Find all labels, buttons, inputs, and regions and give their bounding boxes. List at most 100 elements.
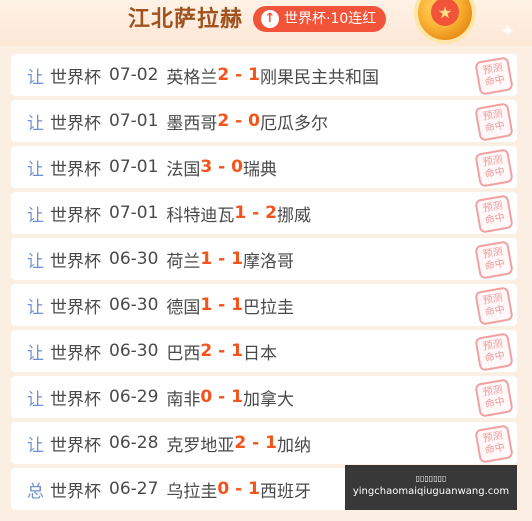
score-separator: - bbox=[212, 157, 232, 177]
score-separator: - bbox=[229, 111, 249, 131]
league-name: 世界杯 bbox=[50, 205, 101, 226]
home-score: 2 bbox=[200, 341, 213, 361]
league-name: 世界杯 bbox=[50, 435, 101, 456]
home-score: 2 bbox=[217, 65, 230, 85]
match-date: 07-01 bbox=[109, 111, 159, 131]
away-score: 1 bbox=[231, 249, 243, 269]
match-row[interactable]: 让 世界杯 06-30 德国 1 - 1 巴拉圭 预测 命中 bbox=[11, 284, 517, 326]
away-team: 加拿大 bbox=[243, 389, 294, 410]
home-team: 荷兰 bbox=[166, 251, 201, 272]
league-name: 世界杯 bbox=[50, 297, 101, 318]
match-date: 07-01 bbox=[109, 157, 159, 177]
away-team: 挪威 bbox=[277, 205, 311, 226]
away-score: 1 bbox=[231, 295, 243, 315]
prediction-hit-stamp: 预测 命中 bbox=[474, 424, 514, 464]
bet-type-tag: 让 bbox=[27, 67, 44, 88]
match-date: 06-27 bbox=[109, 479, 159, 499]
prediction-hit-stamp: 预测 命中 bbox=[474, 286, 514, 326]
score-separator: - bbox=[229, 65, 249, 85]
league-name: 世界杯 bbox=[50, 159, 101, 180]
league-name: 世界杯 bbox=[50, 113, 101, 134]
home-score: 1 bbox=[200, 295, 213, 315]
away-score: 1 bbox=[248, 479, 260, 499]
match-row[interactable]: 让 世界杯 06-29 南非 0 - 1 加拿大 预测 命中 bbox=[11, 376, 517, 418]
star-medal-icon: ★ bbox=[418, 0, 472, 40]
away-score: 0 bbox=[248, 111, 260, 131]
streak-badge: ↑ 世界杯·10连红 bbox=[253, 6, 387, 32]
away-score: 1 bbox=[248, 65, 260, 85]
bet-type-tag: 让 bbox=[27, 297, 44, 318]
home-team: 墨西哥 bbox=[166, 113, 218, 134]
match-date: 06-30 bbox=[109, 249, 159, 269]
away-score: 1 bbox=[265, 433, 277, 453]
home-team: 克罗地亚 bbox=[166, 435, 235, 456]
prediction-hit-stamp: 预测 命中 bbox=[474, 240, 514, 280]
score-separator: - bbox=[229, 479, 249, 499]
match-date: 06-28 bbox=[109, 433, 159, 453]
away-score: 0 bbox=[231, 157, 243, 177]
match-date: 06-30 bbox=[109, 295, 159, 315]
away-team: 加纳 bbox=[277, 435, 311, 456]
watermark-title: ▯▯▯▯▯▯▯ bbox=[415, 474, 447, 483]
match-row[interactable]: 让 世界杯 07-01 墨西哥 2 - 0 厄瓜多尔 预测 命中 bbox=[11, 100, 517, 142]
match-date: 06-30 bbox=[109, 341, 159, 361]
home-score: 2 bbox=[234, 433, 247, 453]
score-separator: - bbox=[212, 341, 232, 361]
score-separator: - bbox=[212, 249, 232, 269]
home-score: 0 bbox=[217, 479, 230, 499]
bet-type-tag: 让 bbox=[27, 113, 44, 134]
bet-type-tag: 让 bbox=[27, 159, 44, 180]
away-score: 1 bbox=[231, 341, 243, 361]
away-team: 厄瓜多尔 bbox=[260, 113, 328, 134]
prediction-hit-stamp: 预测 命中 bbox=[474, 102, 514, 142]
home-team: 南非 bbox=[166, 389, 201, 410]
watermark: ▯▯▯▯▯▯▯ yingchaomaiqiuguanwang.com bbox=[345, 465, 517, 510]
match-date: 07-01 bbox=[109, 203, 159, 223]
star-icon: ★ bbox=[431, 0, 459, 26]
home-team: 乌拉圭 bbox=[166, 481, 218, 502]
sparkle-icon: ✦ bbox=[500, 21, 516, 42]
home-score: 2 bbox=[217, 111, 230, 131]
match-date: 07-02 bbox=[109, 65, 159, 85]
away-team: 日本 bbox=[243, 343, 277, 364]
away-team: 摩洛哥 bbox=[243, 251, 294, 272]
match-row[interactable]: 让 世界杯 06-30 巴西 2 - 1 日本 预测 命中 bbox=[11, 330, 517, 372]
prediction-hit-stamp: 预测 命中 bbox=[474, 56, 514, 96]
match-row[interactable]: 让 世界杯 07-02 英格兰 2 - 1 刚果民主共和国 预测 命中 bbox=[11, 54, 517, 96]
score-separator: - bbox=[246, 433, 266, 453]
home-score: 0 bbox=[200, 387, 213, 407]
home-team: 法国 bbox=[166, 159, 201, 180]
league-name: 世界杯 bbox=[50, 343, 101, 364]
league-name: 世界杯 bbox=[50, 481, 101, 502]
home-team: 科特迪瓦 bbox=[166, 205, 235, 226]
away-score: 2 bbox=[265, 203, 277, 223]
match-row[interactable]: 让 世界杯 06-28 克罗地亚 2 - 1 加纳 预测 命中 bbox=[11, 422, 517, 464]
bet-type-tag: 让 bbox=[27, 343, 44, 364]
home-score: 1 bbox=[234, 203, 247, 223]
away-score: 1 bbox=[231, 387, 243, 407]
header-banner: 江北萨拉赫 ↑ 世界杯·10连红 ★ ✦ bbox=[0, 0, 532, 46]
match-row[interactable]: 让 世界杯 07-01 法国 3 - 0 瑞典 预测 命中 bbox=[11, 146, 517, 188]
away-team: 巴拉圭 bbox=[243, 297, 294, 318]
match-row[interactable]: 让 世界杯 06-30 荷兰 1 - 1 摩洛哥 预测 命中 bbox=[11, 238, 517, 280]
score-separator: - bbox=[212, 387, 232, 407]
match-date: 06-29 bbox=[109, 387, 159, 407]
bet-type-tag: 总 bbox=[27, 481, 44, 502]
score-separator: - bbox=[212, 295, 232, 315]
league-name: 世界杯 bbox=[50, 251, 101, 272]
home-team: 英格兰 bbox=[166, 67, 218, 88]
home-score: 3 bbox=[200, 157, 213, 177]
prediction-hit-stamp: 预测 命中 bbox=[474, 148, 514, 188]
match-row[interactable]: 让 世界杯 07-01 科特迪瓦 1 - 2 挪威 预测 命中 bbox=[11, 192, 517, 234]
arrow-up-icon: ↑ bbox=[261, 10, 279, 28]
expert-name[interactable]: 江北萨拉赫 bbox=[128, 5, 243, 35]
away-team: 瑞典 bbox=[243, 159, 277, 180]
match-list: 让 世界杯 07-02 英格兰 2 - 1 刚果民主共和国 预测 命中 让 世界杯… bbox=[11, 54, 517, 514]
bet-type-tag: 让 bbox=[27, 389, 44, 410]
home-score: 1 bbox=[200, 249, 213, 269]
bet-type-tag: 让 bbox=[27, 205, 44, 226]
streak-label: 世界杯·10连红 bbox=[284, 11, 377, 27]
home-team: 德国 bbox=[166, 297, 201, 318]
home-team: 巴西 bbox=[166, 343, 201, 364]
prediction-hit-stamp: 预测 命中 bbox=[474, 332, 514, 372]
